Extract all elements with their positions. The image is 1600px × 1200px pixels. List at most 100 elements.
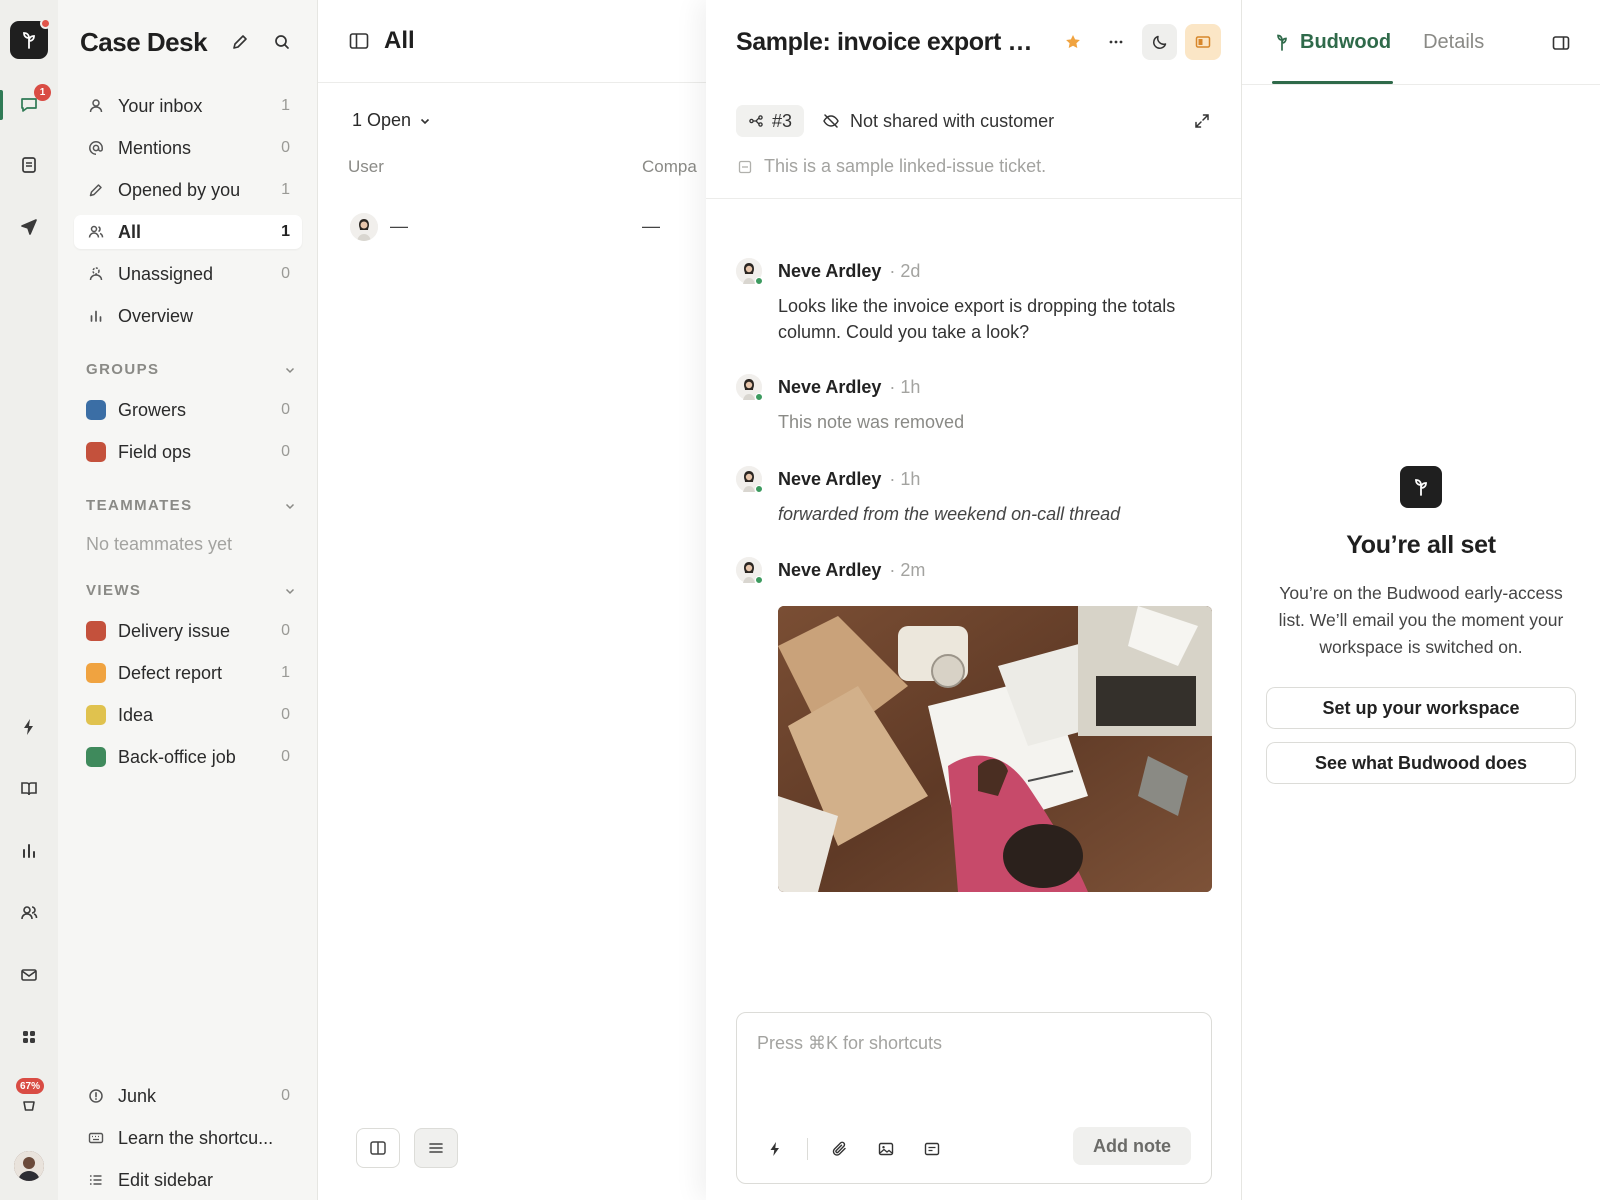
sidebar-item-learn-shortcuts[interactable]: Learn the shortcu... bbox=[74, 1121, 302, 1155]
sidebar-item-label: Opened by you bbox=[118, 179, 241, 200]
rail-mail-button[interactable] bbox=[12, 958, 46, 992]
message: Neve Ardley · 1h This note was removed bbox=[736, 373, 1211, 435]
sidebar-panel-icon bbox=[349, 33, 369, 49]
image-icon bbox=[878, 1142, 894, 1156]
message-author[interactable]: Neve Ardley bbox=[778, 469, 881, 490]
rail-inbox-button[interactable]: 1 bbox=[12, 84, 51, 122]
sidebar-item-label: Unassigned bbox=[118, 263, 214, 284]
avatar[interactable] bbox=[736, 258, 763, 285]
divider bbox=[706, 198, 1241, 199]
share-status[interactable]: Not shared with customer bbox=[822, 111, 1193, 132]
lightning-icon bbox=[24, 719, 33, 735]
column-header-user[interactable]: User bbox=[348, 157, 384, 177]
section-title: VIEWS bbox=[86, 582, 142, 599]
column-header-company[interactable]: Compa bbox=[642, 157, 697, 177]
sidebar-item-edit-sidebar[interactable]: Edit sidebar bbox=[74, 1163, 302, 1197]
avatar[interactable] bbox=[736, 374, 763, 401]
chevron-down-icon bbox=[285, 503, 295, 509]
collapse-panel-button[interactable] bbox=[1546, 28, 1576, 58]
filter-label: 1 Open bbox=[352, 110, 412, 130]
snooze-button[interactable] bbox=[1141, 24, 1178, 60]
section-title: GROUPS bbox=[86, 361, 160, 378]
rail-automation-button[interactable] bbox=[12, 710, 46, 744]
more-options-button[interactable] bbox=[1098, 24, 1134, 60]
avatar[interactable] bbox=[736, 557, 763, 584]
ticket-description[interactable]: This is a sample linked-issue ticket. bbox=[738, 156, 1046, 177]
composer-input[interactable] bbox=[757, 1033, 1177, 1054]
rail-reports-button[interactable] bbox=[12, 834, 46, 868]
note-composer: Add note bbox=[736, 1012, 1212, 1184]
insert-image-button[interactable] bbox=[868, 1131, 904, 1167]
group-color-swatch bbox=[86, 442, 106, 462]
ticket-id: #3 bbox=[772, 110, 793, 131]
linked-issue-chip[interactable]: #3 bbox=[736, 105, 805, 137]
section-title: TEAMMATES bbox=[86, 497, 193, 514]
sidebar-item-label: Edit sidebar bbox=[118, 1169, 214, 1190]
sidebar-item-back-office-job[interactable]: Back-office job 0 bbox=[74, 740, 302, 774]
sidebar-item-growers[interactable]: Growers 0 bbox=[74, 393, 302, 427]
row-user: — bbox=[390, 216, 408, 236]
status-filter-dropdown[interactable]: 1 Open bbox=[348, 106, 435, 135]
insert-article-button[interactable] bbox=[914, 1131, 950, 1167]
user-avatar[interactable] bbox=[14, 1151, 44, 1181]
sidebar-item-count: 0 bbox=[281, 443, 290, 460]
notification-dot bbox=[40, 18, 51, 29]
sidebar-item-delivery-issue[interactable]: Delivery issue 0 bbox=[74, 614, 302, 648]
rail-contacts-button[interactable] bbox=[12, 896, 46, 930]
sidebar-item-junk[interactable]: Junk 0 bbox=[74, 1079, 302, 1113]
rail-apps-button[interactable] bbox=[12, 1020, 46, 1054]
sidebar-item-your-inbox[interactable]: Your inbox 1 bbox=[74, 89, 302, 123]
sidebar-item-defect-report[interactable]: Defect report 1 bbox=[74, 656, 302, 690]
tab-details[interactable]: Details bbox=[1421, 0, 1486, 84]
add-note-button[interactable]: Add note bbox=[1073, 1127, 1191, 1165]
sidebar-item-mentions[interactable]: Mentions 0 bbox=[74, 131, 302, 165]
online-indicator bbox=[755, 277, 763, 285]
sidebar: Case Desk Your inbox 1 Mentions 0 Opened… bbox=[58, 0, 318, 1200]
split-view-button[interactable] bbox=[356, 1128, 400, 1168]
sidebar-item-label: Overview bbox=[118, 305, 194, 326]
rail-outbound-button[interactable] bbox=[12, 210, 46, 244]
set-up-workspace-button[interactable]: Set up your workspace bbox=[1266, 687, 1576, 729]
message-author[interactable]: Neve Ardley bbox=[778, 261, 881, 282]
views-section-header[interactable]: VIEWS bbox=[86, 582, 296, 599]
panel-tabs: Budwood Details bbox=[1272, 0, 1486, 84]
see-what-budwood-does-button[interactable]: See what Budwood does bbox=[1266, 742, 1576, 784]
rail-notes-button[interactable] bbox=[12, 148, 46, 182]
sidebar-item-overview[interactable]: Overview bbox=[74, 299, 302, 333]
sidebar-item-count: 0 bbox=[281, 265, 290, 282]
star-icon bbox=[1065, 35, 1080, 48]
attach-file-button[interactable] bbox=[822, 1131, 858, 1167]
list-view-button[interactable] bbox=[414, 1128, 458, 1168]
macros-button[interactable] bbox=[757, 1131, 793, 1167]
groups-section-header[interactable]: GROUPS bbox=[86, 361, 296, 378]
message-image-attachment[interactable] bbox=[778, 606, 1212, 892]
sprout-icon bbox=[1277, 34, 1287, 51]
message-header: Neve Ardley · 2m bbox=[736, 556, 1211, 584]
share-status-label: Not shared with customer bbox=[850, 110, 1055, 131]
avatar[interactable] bbox=[736, 466, 763, 493]
split-view-icon bbox=[370, 1141, 386, 1155]
star-button[interactable] bbox=[1055, 24, 1091, 60]
tab-budwood[interactable]: Budwood bbox=[1272, 0, 1394, 84]
panel-layout-button[interactable] bbox=[1185, 24, 1221, 60]
message-author[interactable]: Neve Ardley bbox=[778, 377, 881, 398]
sidebar-item-idea[interactable]: Idea 0 bbox=[74, 698, 302, 732]
online-indicator bbox=[755, 576, 763, 584]
sidebar-item-opened-by-you[interactable]: Opened by you 1 bbox=[74, 173, 302, 207]
message-header: Neve Ardley · 2d bbox=[736, 257, 1211, 285]
expand-button[interactable] bbox=[1193, 112, 1211, 130]
compose-button[interactable] bbox=[225, 27, 255, 57]
list-header: All bbox=[318, 0, 706, 83]
sidebar-item-unassigned[interactable]: Unassigned 0 bbox=[74, 257, 302, 291]
article-icon bbox=[924, 1142, 940, 1156]
sidebar-item-field-ops[interactable]: Field ops 0 bbox=[74, 435, 302, 469]
sidebar-item-all[interactable]: All 1 bbox=[74, 215, 302, 249]
message-author[interactable]: Neve Ardley bbox=[778, 560, 881, 581]
teammates-section-header[interactable]: TEAMMATES bbox=[86, 497, 296, 514]
app-logo[interactable] bbox=[10, 18, 51, 59]
rail-active-indicator bbox=[0, 90, 3, 120]
search-button[interactable] bbox=[267, 27, 297, 57]
rail-knowledge-button[interactable] bbox=[12, 772, 46, 806]
sidebar-toggle-button[interactable] bbox=[348, 30, 370, 52]
message-body: This note was removed bbox=[778, 412, 965, 432]
